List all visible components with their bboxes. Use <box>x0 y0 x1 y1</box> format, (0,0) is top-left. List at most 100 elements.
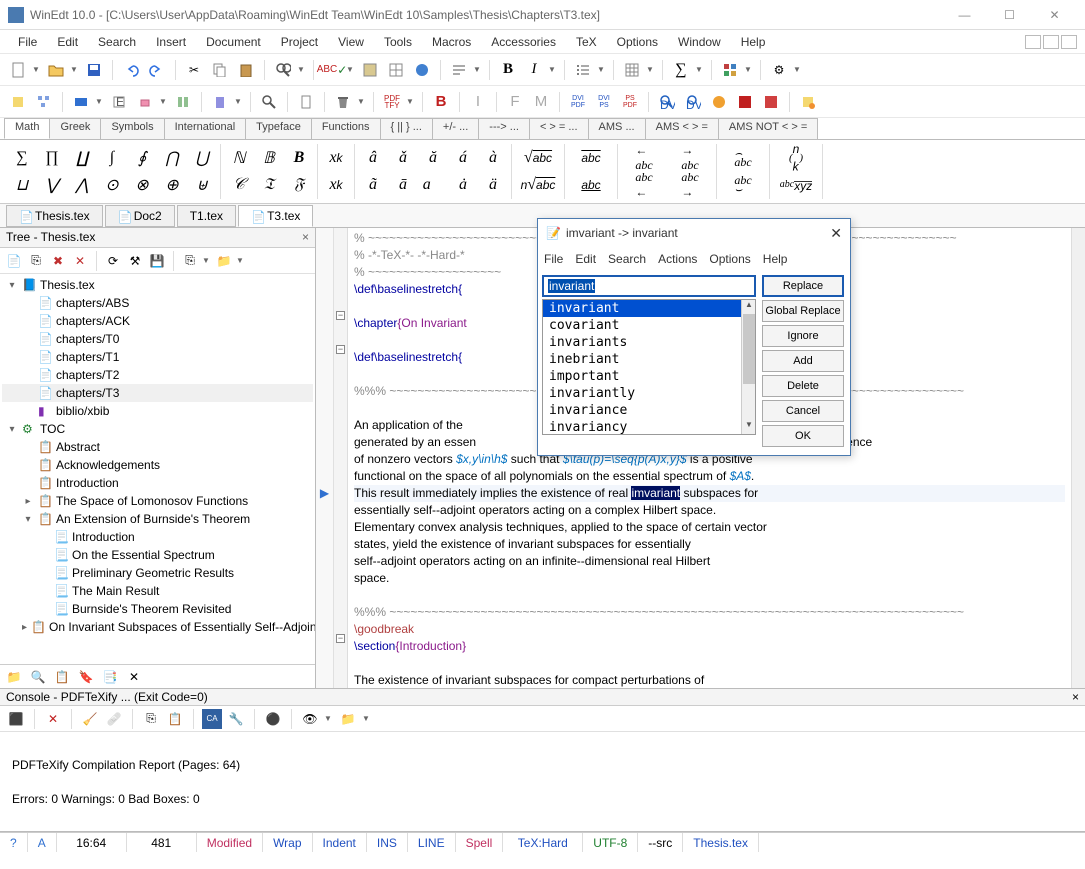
tree-toc[interactable]: TOC <box>40 422 65 436</box>
console-view-icon[interactable]: 👁 <box>300 709 320 729</box>
dvi-view-button[interactable]: DVI <box>681 90 705 114</box>
scroll-up-icon[interactable]: ▲ <box>742 300 756 314</box>
dvi-ps-button[interactable]: DVIPS <box>592 90 616 114</box>
set-main-button[interactable] <box>6 90 30 114</box>
bigodot-icon[interactable]: ⊙ <box>98 172 126 198</box>
tree-item[interactable]: On Invariant Subspaces of Essentially Se… <box>49 620 315 634</box>
paste-button[interactable] <box>234 58 258 82</box>
doctab-t3[interactable]: 📄T3.tex <box>238 205 313 227</box>
undo-button[interactable] <box>119 58 143 82</box>
dropdown-icon[interactable]: ▼ <box>234 97 244 106</box>
bold-button[interactable]: B <box>496 58 520 82</box>
tree-item[interactable]: The Main Result <box>72 584 159 598</box>
compile-button[interactable] <box>69 90 93 114</box>
suggestion-item[interactable]: inebriant <box>543 351 755 368</box>
bigvee-icon[interactable]: ⋁ <box>38 172 66 198</box>
sum-button[interactable]: ∑ <box>669 58 693 82</box>
dropdown-icon[interactable]: ▼ <box>646 65 656 74</box>
web-button[interactable] <box>410 58 434 82</box>
expand-icon[interactable]: ▾ <box>22 514 34 525</box>
copy-button[interactable] <box>208 58 232 82</box>
sumatra-button[interactable] <box>759 90 783 114</box>
cancel-button[interactable]: Cancel <box>762 400 844 422</box>
sqcup-icon[interactable]: ⊔ <box>8 172 36 198</box>
dropdown-icon[interactable]: ▼ <box>473 65 483 74</box>
wrap-button[interactable] <box>447 58 471 82</box>
status-texmode[interactable]: TeX:Hard <box>503 833 583 852</box>
tree-item[interactable]: Burnside's Theorem Revisited <box>72 602 231 616</box>
mathtab-symbols[interactable]: Symbols <box>100 118 164 139</box>
b-button[interactable]: B <box>429 90 453 114</box>
status-indent[interactable]: Indent <box>313 833 367 852</box>
trash-button[interactable] <box>331 90 355 114</box>
bigotimes-icon[interactable]: ⊗ <box>128 172 156 198</box>
underleftarrow-icon[interactable]: abc← <box>622 172 666 198</box>
int-icon[interactable]: ∫ <box>98 145 126 171</box>
tree-item[interactable]: Acknowledgements <box>56 458 160 472</box>
replacement-input[interactable]: invariant <box>542 275 756 297</box>
console-stop-icon[interactable]: ⬛ <box>6 709 26 729</box>
tree-copy-icon[interactable]: ⎘ <box>180 251 200 271</box>
expand-icon[interactable]: ▾ <box>6 424 18 435</box>
table-button[interactable] <box>384 58 408 82</box>
console-eraser-icon[interactable]: 🧹 <box>80 709 100 729</box>
save-button[interactable] <box>82 58 106 82</box>
menu-tex[interactable]: TeX <box>566 33 607 51</box>
console-close-icon[interactable]: ✕ <box>43 709 63 729</box>
tree-item[interactable]: Abstract <box>56 440 100 454</box>
scroll-thumb[interactable] <box>743 314 755 384</box>
tree-tab-icon[interactable]: 📁 <box>4 667 24 687</box>
bookmark-button[interactable] <box>208 90 232 114</box>
pdftexify-button[interactable]: PDFTFY <box>380 90 404 114</box>
cut-button[interactable]: ✂ <box>182 58 206 82</box>
close-button[interactable]: ✕ <box>1032 1 1077 29</box>
menu-help[interactable]: Help <box>731 33 776 51</box>
mathtab-greek[interactable]: Greek <box>49 118 101 139</box>
mathtab-ams2[interactable]: AMS < > = <box>645 118 719 139</box>
matrix-button[interactable] <box>718 58 742 82</box>
frac-icon[interactable]: abcxyz <box>774 172 818 198</box>
doctab-thesis[interactable]: 📄Thesis.tex <box>6 205 103 227</box>
tree-item[interactable]: chapters/T0 <box>56 332 119 346</box>
add-button[interactable]: Add <box>762 350 844 372</box>
console-eraser2-icon[interactable]: 🩹 <box>104 709 124 729</box>
coprod-icon[interactable]: ∐ <box>68 145 96 171</box>
dropdown-icon[interactable]: ▼ <box>159 97 169 106</box>
ok-button[interactable]: OK <box>762 425 844 447</box>
console-dot-icon[interactable]: ⚫ <box>263 709 283 729</box>
fold-minus-icon[interactable]: − <box>336 634 345 643</box>
menu-project[interactable]: Project <box>271 33 328 51</box>
check-icon[interactable]: ǎ <box>389 145 417 171</box>
tree-tab-icon[interactable]: 🔍 <box>28 667 48 687</box>
status-wrap[interactable]: Wrap <box>263 833 312 852</box>
delete-button[interactable]: Delete <box>762 375 844 397</box>
config-button[interactable] <box>796 90 820 114</box>
m-button[interactable]: M <box>529 90 553 114</box>
minimize-button[interactable]: — <box>942 1 987 29</box>
sqrt-icon[interactable]: √abc <box>516 145 560 171</box>
tree-tab-icon[interactable]: 📑 <box>100 667 120 687</box>
menu-window[interactable]: Window <box>668 33 731 51</box>
dlg-menu-edit[interactable]: Edit <box>575 252 596 266</box>
env-button[interactable]: E <box>107 90 131 114</box>
underrightarrow-icon[interactable]: abc→ <box>668 172 712 198</box>
nthroot-icon[interactable]: n√abc <box>516 172 560 198</box>
bigcap-icon[interactable]: ⋂ <box>158 145 186 171</box>
tilde-icon[interactable]: ã <box>359 172 387 198</box>
dropdown-icon[interactable]: ▼ <box>346 65 356 74</box>
status-encoding[interactable]: UTF-8 <box>583 833 638 852</box>
suggestion-item[interactable]: invariant <box>543 300 755 317</box>
ddot-icon[interactable]: ä <box>479 172 507 198</box>
tree-item[interactable]: Introduction <box>72 530 135 544</box>
gather-button[interactable] <box>171 90 195 114</box>
inter-panel-gutter[interactable]: ▶ <box>316 228 334 688</box>
tree-item[interactable]: An Extension of Burnside's Theorem <box>56 512 250 526</box>
list-button[interactable] <box>571 58 595 82</box>
hat-icon[interactable]: â <box>359 145 387 171</box>
tree-item[interactable]: The Space of Lomonosov Functions <box>56 494 248 508</box>
tree-item[interactable]: chapters/T2 <box>56 368 119 382</box>
vec-icon[interactable]: a⃗ <box>419 172 447 198</box>
ps-pdf-button[interactable]: PSPDF <box>618 90 642 114</box>
tree-item[interactable]: chapters/ABS <box>56 296 129 310</box>
sub-icon[interactable]: xk <box>322 172 350 198</box>
